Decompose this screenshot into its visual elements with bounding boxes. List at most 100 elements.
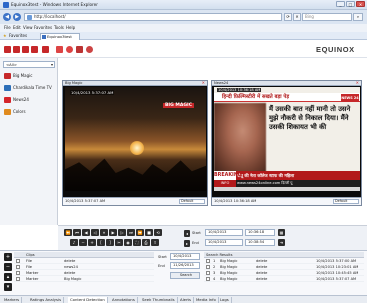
back-button[interactable]: ◀ bbox=[3, 13, 11, 21]
search-button[interactable]: Search bbox=[170, 272, 200, 279]
pause-icon[interactable]: ⏸ bbox=[100, 229, 108, 236]
end-date-field[interactable]: 10/4/2013 bbox=[205, 239, 243, 246]
snapshot-icon[interactable]: ◉ bbox=[124, 239, 132, 246]
go-icon[interactable]: ➜ bbox=[278, 239, 285, 246]
mute-icon[interactable]: ♪ bbox=[70, 239, 78, 246]
help-icon[interactable] bbox=[86, 46, 93, 53]
browser-tab-label: Equinox3test bbox=[47, 34, 72, 39]
row-checkbox[interactable] bbox=[206, 277, 210, 281]
ie-icon bbox=[3, 2, 9, 8]
start-marker-icon[interactable]: ◂ bbox=[184, 230, 190, 237]
record-icon[interactable] bbox=[66, 46, 73, 53]
menu-view[interactable]: View bbox=[23, 25, 33, 30]
start-date-field[interactable]: 10/4/2013 bbox=[205, 229, 243, 236]
channel-group-select[interactable]: <All> ▾ bbox=[3, 61, 55, 68]
row-checkbox[interactable] bbox=[16, 265, 20, 269]
channel-item-news24[interactable]: News24 bbox=[3, 95, 57, 105]
menu-edit[interactable]: Edit bbox=[13, 25, 21, 30]
layout-custom-icon[interactable] bbox=[42, 46, 49, 53]
layout-4x4-icon[interactable] bbox=[31, 46, 38, 53]
step-back-icon[interactable]: ◀ bbox=[82, 229, 90, 236]
table-row[interactable]: 4 Big Magic delete 10/4/2013 5:37:07 AM bbox=[204, 276, 364, 282]
settings-icon[interactable] bbox=[76, 46, 83, 53]
video-player-big-magic[interactable]: Big Magic ✕ 10/4/2013 5:37:07 AM BIG MAG… bbox=[62, 80, 208, 206]
mark-out-icon[interactable]: ] bbox=[106, 239, 114, 246]
quality-select[interactable]: Default bbox=[333, 199, 359, 204]
stop-icon[interactable]: ■ bbox=[145, 229, 153, 236]
search-start-date[interactable]: 10/4/2013 bbox=[170, 253, 200, 260]
frame-forward-icon[interactable]: ▷ bbox=[118, 229, 126, 236]
favorites-star-icon[interactable]: ★ bbox=[3, 33, 7, 38]
loop-icon[interactable]: ⟲ bbox=[154, 229, 162, 236]
tab-seek-thumbnails[interactable]: Seek Thumbnails bbox=[140, 297, 178, 303]
menu-bar: File Edit View Favorites Tools Help bbox=[0, 24, 367, 32]
skip-forward-icon[interactable]: ⏭ bbox=[127, 229, 135, 236]
share-icon[interactable]: ⇪ bbox=[151, 239, 159, 246]
volume-up-icon[interactable]: + bbox=[88, 239, 96, 246]
channel-item-chardikala[interactable]: Chardikala Time TV bbox=[3, 83, 57, 93]
tab-logs[interactable]: Logs bbox=[218, 297, 232, 303]
channel-item-colors[interactable]: Colors bbox=[3, 107, 57, 117]
minimize-button[interactable]: _ bbox=[336, 1, 345, 7]
row-checkbox[interactable] bbox=[206, 259, 210, 263]
menu-favorites[interactable]: Favorites bbox=[34, 25, 52, 30]
tab-markers[interactable]: Markers bbox=[2, 297, 23, 303]
url-input[interactable]: http://localhost/ bbox=[24, 13, 282, 21]
calendar-icon[interactable]: ▦ bbox=[278, 229, 285, 236]
search-end-date[interactable]: 11/26/2013 bbox=[170, 262, 200, 269]
fullscreen-icon[interactable]: ⛶ bbox=[133, 239, 141, 246]
rewind-fast-icon[interactable]: ⏪ bbox=[64, 229, 72, 236]
search-results-table: Search Results 1 Big Magic delete 10/4/2… bbox=[204, 252, 364, 282]
tab-ratings-analysis[interactable]: Ratings Analysis bbox=[28, 297, 65, 303]
favorites-label[interactable]: Favorites bbox=[9, 33, 27, 38]
row-checkbox[interactable] bbox=[16, 277, 20, 281]
tab-annotations[interactable]: Annotations bbox=[110, 297, 138, 303]
row-checkbox[interactable] bbox=[16, 259, 20, 263]
clip-icon[interactable]: ✂ bbox=[115, 239, 123, 246]
frame-back-icon[interactable]: ◁ bbox=[91, 229, 99, 236]
video-player-news24[interactable]: News24 ✕ 10/4/2013 10:36:18 AM हिन्दी फ़… bbox=[211, 80, 362, 206]
end-time-field[interactable]: 10:38:54 bbox=[245, 239, 275, 246]
menu-file[interactable]: File bbox=[4, 25, 11, 30]
channel-item-big-magic[interactable]: Big Magic bbox=[3, 71, 57, 81]
stop-button[interactable]: ✕ bbox=[293, 13, 301, 21]
forward-button[interactable]: ▶ bbox=[13, 13, 21, 21]
move-up-icon[interactable]: ▴ bbox=[4, 273, 12, 281]
search-icon[interactable]: ⌕ bbox=[353, 13, 363, 21]
tab-alerts[interactable]: Alerts bbox=[178, 297, 195, 303]
maximize-button[interactable]: □ bbox=[346, 1, 355, 7]
remove-clip-icon[interactable]: − bbox=[4, 263, 12, 271]
tab-content-detection[interactable]: Content Detection bbox=[68, 297, 108, 303]
row-checkbox[interactable] bbox=[206, 271, 210, 275]
fast-forward-icon[interactable]: ⏩ bbox=[136, 229, 144, 236]
save-icon[interactable]: ⎙ bbox=[142, 239, 150, 246]
move-down-icon[interactable]: ▾ bbox=[4, 283, 12, 291]
tab-media-info[interactable]: Media Info bbox=[194, 297, 219, 303]
quality-select[interactable]: Default bbox=[179, 199, 205, 204]
mark-in-icon[interactable]: [ bbox=[97, 239, 105, 246]
layout-3x3-icon[interactable] bbox=[22, 46, 29, 53]
play-icon[interactable]: ▶ bbox=[109, 229, 117, 236]
export-icon[interactable] bbox=[56, 46, 63, 53]
row-checkbox[interactable] bbox=[16, 271, 20, 275]
volume-down-icon[interactable]: − bbox=[79, 239, 87, 246]
video-frame[interactable]: 10/4/2013 5:37:07 AM BIG MAGIC bbox=[65, 87, 206, 191]
close-icon[interactable]: ✕ bbox=[356, 81, 359, 85]
row-checkbox[interactable] bbox=[206, 265, 210, 269]
layout-1x1-icon[interactable] bbox=[4, 46, 11, 53]
start-time-field[interactable]: 10:36:18 bbox=[245, 229, 275, 236]
menu-help[interactable]: Help bbox=[66, 25, 75, 30]
video-frame[interactable]: 10/4/2013 10:36:18 AM हिन्दी फ़िल्मिस्टी… bbox=[214, 87, 360, 191]
menu-tools[interactable]: Tools bbox=[54, 25, 64, 30]
close-icon[interactable]: ✕ bbox=[202, 81, 205, 85]
end-marker-icon[interactable]: ▸ bbox=[184, 240, 190, 247]
search-input[interactable]: Bing bbox=[302, 13, 352, 21]
table-row[interactable]: Marker Big Magic bbox=[14, 276, 154, 282]
refresh-button[interactable]: ⟳ bbox=[284, 13, 292, 21]
skip-back-icon[interactable]: ⏮ bbox=[73, 229, 81, 236]
layout-2x2-icon[interactable] bbox=[13, 46, 20, 53]
close-button[interactable]: ✕ bbox=[356, 1, 365, 7]
equinox-logo: EQUINOX bbox=[316, 45, 355, 54]
browser-tab[interactable]: Equinox3test bbox=[40, 33, 80, 40]
add-clip-icon[interactable]: + bbox=[4, 253, 12, 261]
